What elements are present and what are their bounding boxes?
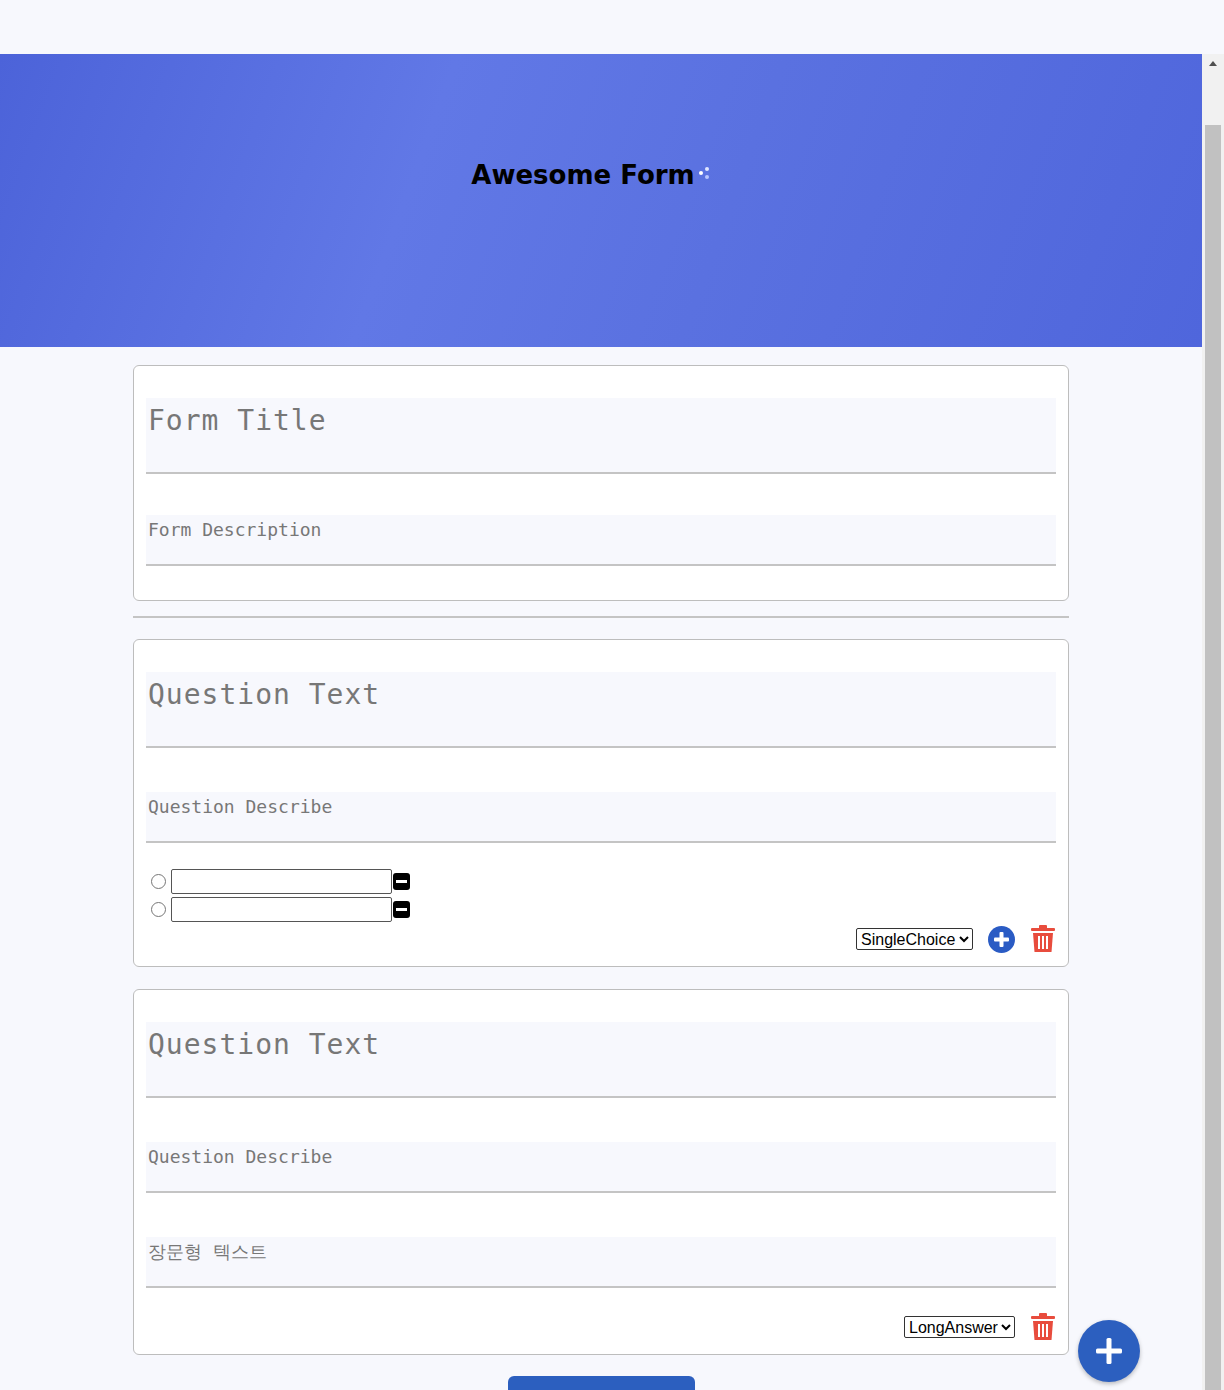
option-row <box>151 868 1056 894</box>
add-option-icon[interactable] <box>988 926 1015 953</box>
question-describe-input[interactable] <box>146 1142 1056 1193</box>
option-row <box>151 896 1056 922</box>
form-description-input[interactable] <box>146 515 1056 566</box>
question-text-input[interactable] <box>146 672 1056 748</box>
page: Awesome Form SingleChoice LongAnswer <box>0 0 1224 1390</box>
header-banner: Awesome Form <box>0 54 1202 347</box>
top-band <box>0 0 1224 54</box>
option-input[interactable] <box>171 869 392 894</box>
question-type-select[interactable]: SingleChoice <box>856 928 973 950</box>
remove-option-icon[interactable] <box>393 901 410 918</box>
form-card <box>133 365 1069 601</box>
plus-icon <box>1096 1338 1122 1364</box>
app-title: Awesome Form <box>471 158 694 192</box>
scroll-up-icon[interactable] <box>1209 61 1217 66</box>
question-card: SingleChoice <box>133 639 1069 967</box>
scroll-thumb[interactable] <box>1205 125 1221 1390</box>
main: Awesome Form SingleChoice LongAnswer <box>0 54 1202 1390</box>
trash-icon[interactable] <box>1030 925 1056 953</box>
question-card: LongAnswer <box>133 989 1069 1355</box>
option-list <box>146 868 1056 922</box>
option-input[interactable] <box>171 897 392 922</box>
option-radio[interactable] <box>151 874 166 889</box>
question-text-input[interactable] <box>146 1022 1056 1098</box>
option-radio[interactable] <box>151 902 166 917</box>
question-describe-input[interactable] <box>146 792 1056 843</box>
loading-dots-icon <box>697 166 711 180</box>
form-title-input[interactable] <box>146 398 1056 474</box>
long-answer-input[interactable] <box>146 1237 1056 1288</box>
submit-button[interactable] <box>508 1376 695 1390</box>
trash-icon[interactable] <box>1030 1313 1056 1341</box>
add-question-button[interactable] <box>1078 1320 1140 1382</box>
question-footer: LongAnswer <box>146 1312 1056 1342</box>
divider <box>133 616 1069 618</box>
remove-option-icon[interactable] <box>393 873 410 890</box>
question-type-select[interactable]: LongAnswer <box>904 1316 1015 1338</box>
brand: Awesome Form <box>471 158 710 192</box>
scrollbar[interactable] <box>1202 54 1224 1390</box>
question-footer: SingleChoice <box>146 924 1056 954</box>
